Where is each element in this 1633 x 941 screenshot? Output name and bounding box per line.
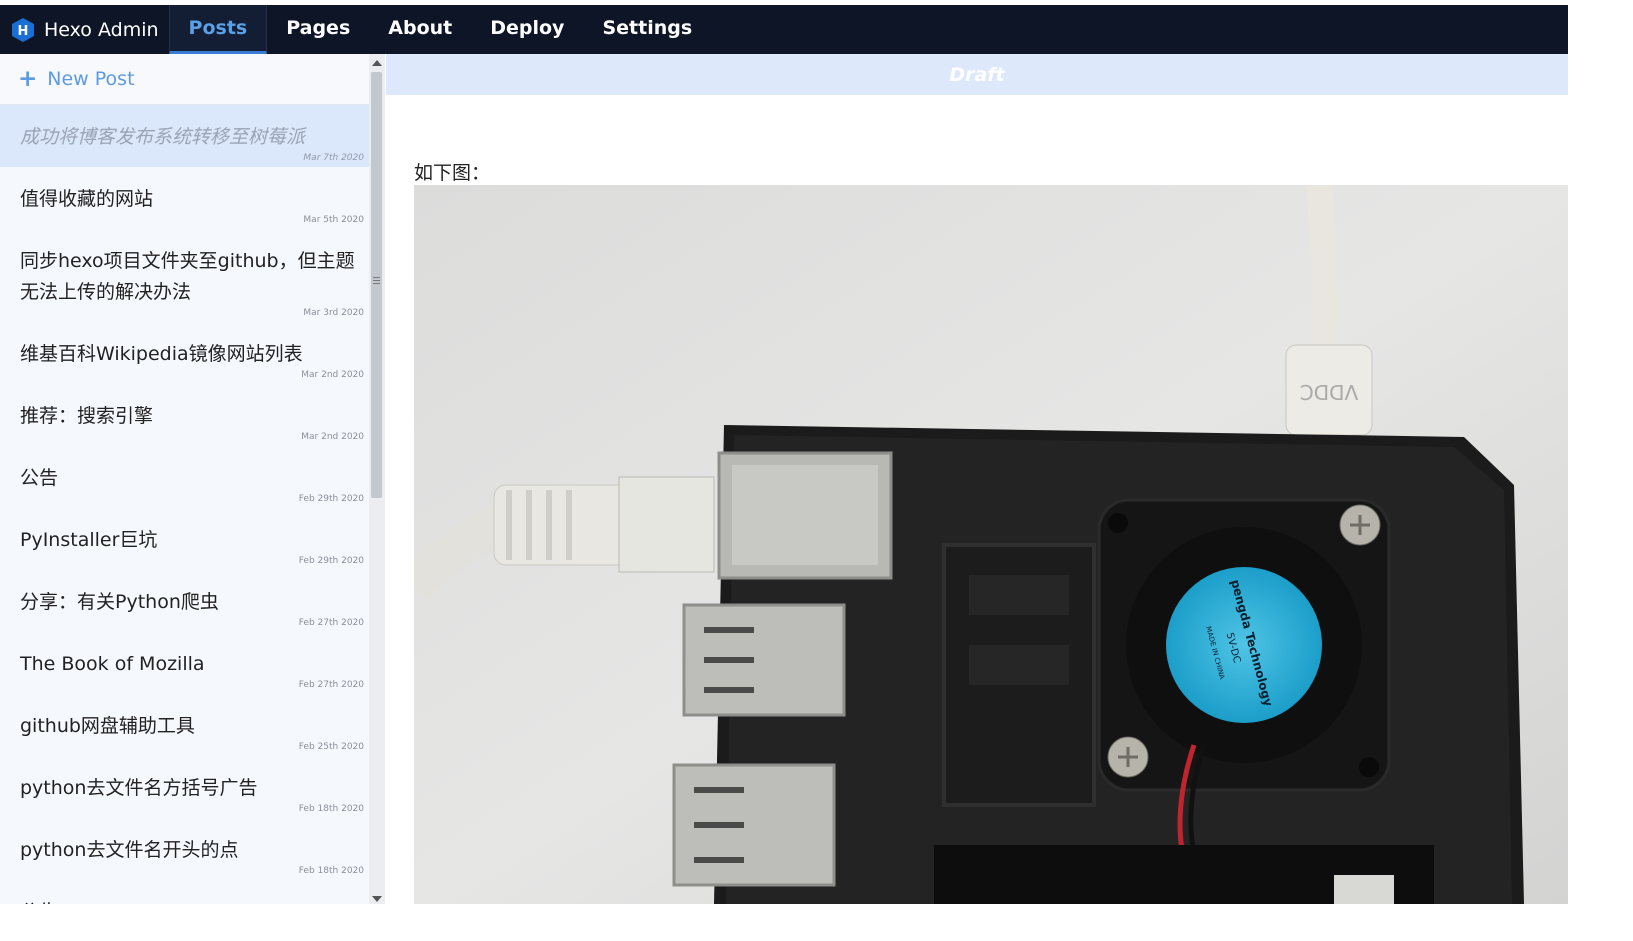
post-list-item[interactable]: python去文件名方括号广告 Feb 18th 2020 (0, 756, 369, 818)
post-title: 分享：有关Python爬虫 (20, 591, 219, 613)
post-title: 同步hexo项目文件夹至github，但主题无法上传的解决办法 (20, 250, 355, 303)
post-photo: VDDC pengda Technology 5V-DC MADE IN CHI… (414, 185, 1568, 904)
post-list-item[interactable]: 维基百科Wikipedia镜像网站列表 Mar 2nd 2020 (0, 322, 369, 384)
editor-preview: Draft 如下图： VDDC pengda Technology 5V-DC … (386, 54, 1568, 904)
brand[interactable]: H Hexo Admin (0, 5, 169, 54)
post-list-item[interactable]: python去文件名开头的点 Feb 18th 2020 (0, 818, 369, 880)
app-title: Hexo Admin (44, 18, 159, 41)
scroll-thumb[interactable] (371, 72, 382, 498)
post-list-item[interactable]: 分享：有关Python爬虫 Feb 27th 2020 (0, 570, 369, 632)
post-list-item[interactable]: 公告Jan 25th 2020 (0, 880, 369, 904)
logo-letter: H (18, 24, 29, 39)
new-post-label: New Post (47, 68, 135, 90)
scroll-down-arrow-icon[interactable] (372, 896, 382, 902)
hexo-logo-icon: H (12, 17, 34, 42)
post-title: The Book of Mozilla (20, 653, 205, 675)
nav-settings[interactable]: Settings (583, 5, 711, 54)
post-date: Mar 5th 2020 (303, 215, 364, 225)
post-list: 成功将博客发布系统转移至树莓派 Mar 7th 2020 值得收藏的网站 Mar 5t… (0, 105, 369, 904)
post-list-sidebar: + New Post 成功将博客发布系统转移至树莓派 Mar 7th 2020 值得… (0, 54, 370, 904)
post-list-item[interactable]: 同步hexo项目文件夹至github，但主题无法上传的解决办法 Mar 3rd 2… (0, 229, 369, 322)
post-list-item[interactable]: 推荐：搜索引擎 Mar 2nd 2020 (0, 384, 369, 446)
post-list-item[interactable]: PyInstaller巨坑 Feb 29th 2020 (0, 508, 369, 570)
post-title: github网盘辅助工具 (20, 715, 195, 737)
new-post-button[interactable]: + New Post (0, 54, 369, 105)
nav-deploy[interactable]: Deploy (471, 5, 583, 54)
raspberry-pi-photo: VDDC pengda Technology 5V-DC MADE IN CHI… (414, 185, 1568, 904)
post-date: Mar 7th 2020 (303, 153, 364, 163)
post-date: Mar 2nd 2020 (301, 370, 364, 380)
post-date: Feb 18th 2020 (298, 866, 364, 876)
post-title: 维基百科Wikipedia镜像网站列表 (20, 343, 303, 365)
plus-icon: + (18, 65, 38, 92)
post-date: Feb 25th 2020 (298, 742, 364, 752)
grip-icon (373, 277, 380, 278)
post-title: PyInstaller巨坑 (20, 529, 158, 551)
post-list-item[interactable]: 值得收藏的网站 Mar 5th 2020 (0, 167, 369, 229)
post-list-item[interactable]: github网盘辅助工具 Feb 25th 2020 (0, 694, 369, 756)
post-date: Feb 29th 2020 (298, 494, 364, 504)
connector-label: VDDC (1300, 380, 1358, 404)
post-content-text: 如下图： (414, 162, 491, 184)
post-list-item[interactable]: 公告 Feb 29th 2020 (0, 446, 369, 508)
post-title: 值得收藏的网站 (20, 188, 154, 210)
post-title: 公告 (20, 897, 359, 904)
post-title: python去文件名方括号广告 (20, 777, 258, 799)
post-list-item[interactable]: 成功将博客发布系统转移至树莓派 Mar 7th 2020 (0, 105, 369, 167)
scroll-up-arrow-icon[interactable] (372, 60, 382, 66)
nav-posts[interactable]: Posts (168, 5, 268, 54)
post-title: 公告 (20, 467, 59, 489)
draft-status-bar: Draft (386, 54, 1568, 95)
draft-label: Draft (949, 63, 1005, 86)
post-date: Mar 3rd 2020 (303, 308, 364, 318)
top-navbar: H Hexo Admin Posts Pages About Deploy Se… (0, 5, 1568, 54)
post-date: Feb 18th 2020 (298, 804, 364, 814)
post-date: Feb 27th 2020 (298, 618, 364, 628)
post-title: 推荐：搜索引擎 (20, 405, 154, 427)
post-date: Feb 29th 2020 (298, 556, 364, 566)
post-date: Feb 27th 2020 (298, 680, 364, 690)
post-title: python去文件名开头的点 (20, 839, 239, 861)
post-title: 成功将博客发布系统转移至树莓派 (20, 126, 306, 148)
nav-about[interactable]: About (369, 5, 471, 54)
nav-pages[interactable]: Pages (267, 5, 369, 54)
post-date: Mar 2nd 2020 (301, 432, 364, 442)
post-list-item[interactable]: The Book of Mozilla Feb 27th 2020 (0, 632, 369, 694)
sidebar-scrollbar[interactable] (369, 54, 385, 904)
